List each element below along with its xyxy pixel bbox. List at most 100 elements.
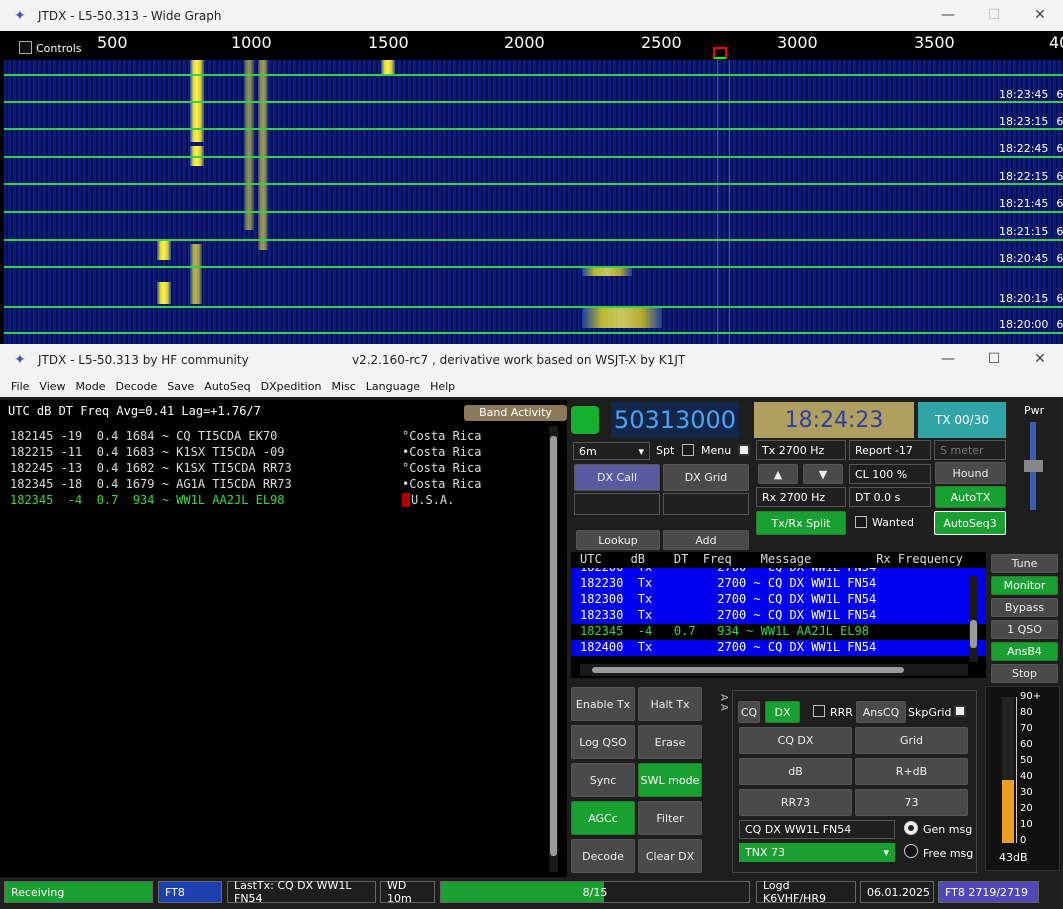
main-titlebar[interactable]: ✦ JTDX - L5-50.313 by HF community v2.2.… xyxy=(0,344,1063,375)
menu-autoseq[interactable]: AutoSeq xyxy=(199,375,255,397)
dx-grid-input[interactable] xyxy=(663,493,749,515)
cl-spin[interactable]: CL 100 % xyxy=(849,464,931,484)
controls-checkbox[interactable] xyxy=(19,41,32,54)
rx-hscrollbar[interactable] xyxy=(580,664,968,676)
rrr-label: RRR xyxy=(830,706,853,719)
tx-counter[interactable]: TX 00/30 xyxy=(918,402,1006,438)
decode-line[interactable]: 182345 -18 0.4 1679 ~ AG1A TI5CDA RR73 •C… xyxy=(0,477,567,493)
menu-checkbox[interactable] xyxy=(738,444,750,456)
bypass-button[interactable]: Bypass xyxy=(991,598,1058,617)
rx-line[interactable]: 182330 Tx 2700 ~ CQ DX WW1L FN54 xyxy=(571,608,986,624)
menu-decode[interactable]: Decode xyxy=(111,375,163,397)
rx-line[interactable]: 182400 Tx 2700 ~ CQ DX WW1L FN54 xyxy=(571,640,986,656)
minimize-icon[interactable]: — xyxy=(925,0,971,31)
swl-mode-button[interactable]: SWL mode xyxy=(638,763,702,797)
one-qso-button[interactable]: 1 QSO xyxy=(991,620,1058,639)
enable-tx-button[interactable]: Enable Tx xyxy=(571,687,635,721)
rx-line[interactable]: 182345 -4 0.7 934 ~ WW1L AA2JL EL98 xyxy=(571,624,986,640)
gen-msg-radio[interactable] xyxy=(904,821,918,835)
decode-line[interactable]: 182215 -11 0.4 1683 ~ K1SX TI5CDA -09 •Co… xyxy=(0,445,567,461)
free-msg-radio[interactable] xyxy=(904,844,918,858)
autoseq3-button[interactable]: AutoSeq3 xyxy=(934,511,1006,535)
filter-button[interactable]: Filter xyxy=(638,801,702,835)
report-spin[interactable]: Report -17 xyxy=(849,440,931,460)
agcc-button[interactable]: AGCc xyxy=(571,801,635,835)
menu-dxpedition[interactable]: DXpedition xyxy=(256,375,327,397)
tune-button[interactable]: Tune xyxy=(991,554,1058,573)
txrx-split-button[interactable]: Tx/Rx Split xyxy=(756,511,846,535)
decode-line[interactable]: 182345 -4 0.7 934 ~ WW1L AA2JL EL98 U.S.A… xyxy=(0,493,567,509)
waterfall[interactable]: 18:23:456m 18:23:156m 18:22:456m 18:22:1… xyxy=(4,60,1063,345)
maximize-icon[interactable]: ☐ xyxy=(971,344,1017,375)
menu-file[interactable]: File xyxy=(6,375,34,397)
grid-button[interactable]: Grid xyxy=(855,727,968,754)
tx-freq-marker[interactable] xyxy=(713,47,727,59)
font-size-icon[interactable]: A A xyxy=(707,694,729,720)
r-db-button[interactable]: R+dB xyxy=(855,758,968,785)
progress-text: 8/15 xyxy=(582,885,608,899)
arrow-down-icon[interactable]: ▼ xyxy=(803,464,843,484)
menu-bar: File View Mode Decode Save AutoSeq DXped… xyxy=(0,375,1063,397)
decode-line[interactable]: 182245 -13 0.4 1682 ~ K1SX TI5CDA RR73 °C… xyxy=(0,461,567,477)
rx-freq-spin[interactable]: Rx 2700 Hz xyxy=(756,487,846,507)
ansb4-button[interactable]: AnsB4 xyxy=(991,642,1058,661)
sync-button[interactable]: Sync xyxy=(571,763,635,797)
dt-spin[interactable]: DT 0.0 s xyxy=(849,487,931,507)
anscq-button[interactable]: AnsCQ xyxy=(856,701,906,723)
menu-view[interactable]: View xyxy=(34,375,70,397)
rrr-checkbox[interactable] xyxy=(813,705,825,717)
skpgrid-checkbox[interactable] xyxy=(954,705,966,717)
dx-call-input[interactable] xyxy=(574,493,660,515)
pwr-slider-handle[interactable] xyxy=(1024,460,1043,472)
rx-line[interactable]: 182230 Tx 2700 ~ CQ DX WW1L FN54 xyxy=(571,576,986,592)
stop-button[interactable]: Stop xyxy=(991,664,1058,683)
gen-msg-input[interactable]: CQ DX WW1L FN54 xyxy=(739,820,895,839)
decode-line[interactable]: 182145 -19 0.4 1684 ~ CQ TI5CDA EK70 °Cos… xyxy=(0,429,567,445)
db-button[interactable]: dB xyxy=(739,758,852,785)
halt-tx-button[interactable]: Halt Tx xyxy=(638,687,702,721)
wanted-checkbox[interactable] xyxy=(855,516,867,528)
add-button[interactable]: Add xyxy=(663,530,749,550)
monitor-button[interactable]: Monitor xyxy=(991,576,1058,595)
rx-line[interactable]: 182300 Tx 2700 ~ CQ DX WW1L FN54 xyxy=(571,592,986,608)
erase-button[interactable]: Erase xyxy=(638,725,702,759)
band-activity-panel[interactable]: UTC dB DT Freq Avg=0.41 Lag=+1.76/7 Band… xyxy=(0,400,567,878)
menu-help[interactable]: Help xyxy=(425,375,460,397)
arrow-up-icon[interactable]: ▲ xyxy=(758,464,798,484)
close-icon[interactable]: ✕ xyxy=(1017,344,1063,375)
band-scrollbar[interactable] xyxy=(549,426,558,872)
rr73-button[interactable]: RR73 xyxy=(739,789,852,816)
dx-grid-button[interactable]: DX Grid xyxy=(663,464,749,491)
menu-mode[interactable]: Mode xyxy=(71,375,111,397)
menu-language[interactable]: Language xyxy=(361,375,425,397)
decode-button[interactable]: Decode xyxy=(571,839,635,873)
lookup-button[interactable]: Lookup xyxy=(576,530,660,550)
rx-line[interactable]: 182200 Tx 2700 ~ CQ DX WW1L FN54 xyxy=(571,568,986,576)
free-msg-select[interactable]: TNX 73 ▾ xyxy=(739,843,895,862)
close-icon[interactable]: ✕ xyxy=(1017,0,1063,31)
cq-dx-button[interactable]: CQ DX xyxy=(739,727,852,754)
maximize-icon[interactable]: ☐ xyxy=(971,0,1017,31)
rx-vscrollbar[interactable] xyxy=(969,576,978,662)
spt-checkbox[interactable] xyxy=(682,444,694,456)
cq-button[interactable]: CQ xyxy=(738,701,760,723)
73-button[interactable]: 73 xyxy=(855,789,968,816)
minimize-icon[interactable]: — xyxy=(925,344,971,375)
wide-graph-titlebar[interactable]: ✦ JTDX - L5-50.313 - Wide Graph — ☐ ✕ xyxy=(0,0,1063,31)
waterfall-timestamp: 18:20:006m xyxy=(999,318,1063,331)
dx-button[interactable]: DX xyxy=(765,701,800,723)
autotx-button[interactable]: AutoTX xyxy=(935,486,1006,508)
dial-frequency[interactable]: 50313000 xyxy=(611,402,739,438)
menu-save[interactable]: Save xyxy=(162,375,199,397)
frequency-scale[interactable]: Controls 500 1000 1500 2000 2500 3000 35… xyxy=(0,31,1063,60)
scale-label: 1500 xyxy=(368,33,409,52)
log-qso-button[interactable]: Log QSO xyxy=(571,725,635,759)
smeter-field[interactable]: S meter xyxy=(934,440,1006,460)
dx-call-button[interactable]: DX Call xyxy=(574,464,660,491)
hound-button[interactable]: Hound xyxy=(935,462,1006,484)
rx-frequency-panel[interactable]: UTC dB DT Freq Message Rx Frequency 1822… xyxy=(571,552,986,678)
tx-freq-spin[interactable]: Tx 2700 Hz xyxy=(756,440,846,460)
menu-misc[interactable]: Misc xyxy=(326,375,360,397)
clear-dx-button[interactable]: Clear DX xyxy=(638,839,702,873)
band-select[interactable]: 6m ▾ xyxy=(573,442,650,460)
